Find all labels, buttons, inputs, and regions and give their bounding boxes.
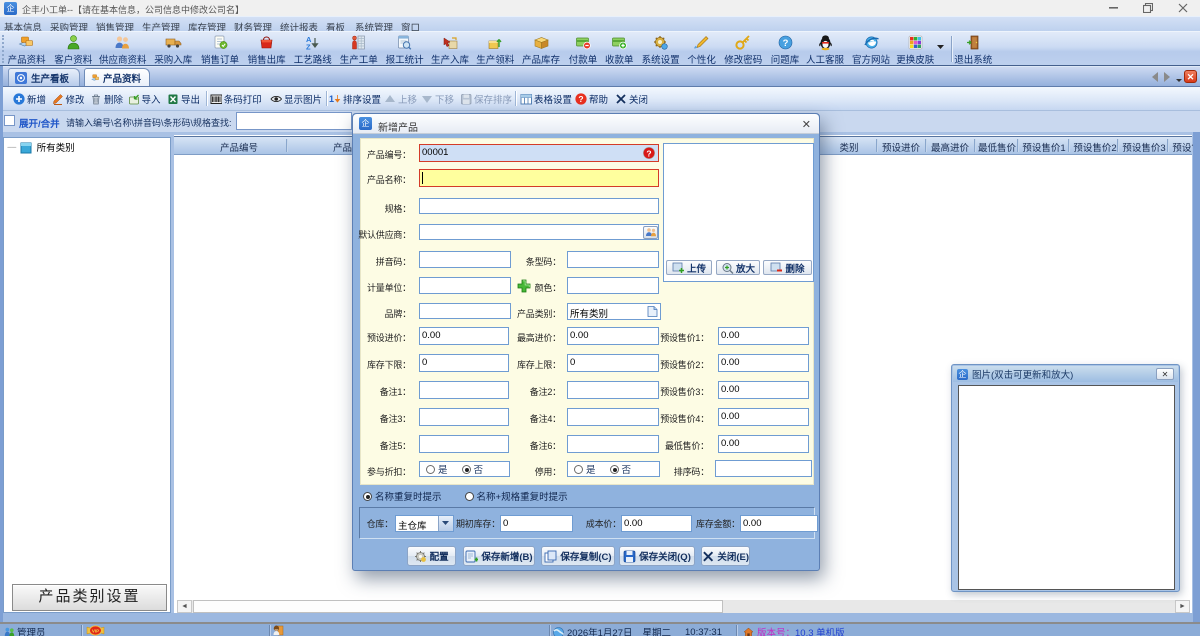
svg-text:?: ? bbox=[646, 148, 651, 158]
svg-text:?: ? bbox=[782, 38, 788, 49]
svg-text:Z: Z bbox=[306, 43, 311, 52]
svg-text:VIP: VIP bbox=[92, 629, 99, 634]
svg-text:1: 1 bbox=[329, 94, 334, 104]
svg-text:?: ? bbox=[578, 94, 583, 104]
